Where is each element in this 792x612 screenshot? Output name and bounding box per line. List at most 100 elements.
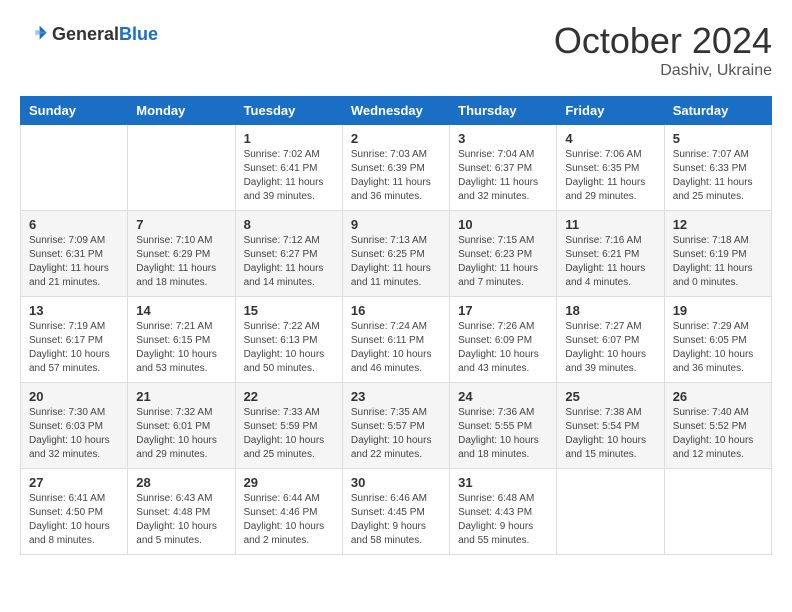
calendar-week-row: 13 Sunrise: 7:19 AM Sunset: 6:17 PM Dayli… — [21, 297, 772, 383]
calendar-cell: 2Sunrise: 7:03 AM Sunset: 6:39 PM Daylig… — [342, 125, 449, 211]
logo-icon — [20, 20, 48, 48]
calendar-cell: 11 Sunrise: 7:16 AM Sunset: 6:21 PM Dayli… — [557, 211, 664, 297]
day-number: 14 — [136, 303, 226, 318]
day-number: 16 — [351, 303, 441, 318]
day-info: Sunrise: 7:12 AM Sunset: 6:27 PM Dayligh… — [244, 234, 334, 290]
title-block: October 2024 Dashiv, Ukraine — [554, 20, 772, 80]
day-info: Sunrise: 6:48 AM Sunset: 4:43 PM Dayligh… — [458, 492, 548, 548]
calendar-cell: 29 Sunrise: 6:44 AM Sunset: 4:46 PM Dayli… — [235, 469, 342, 555]
day-number: 24 — [458, 389, 548, 404]
day-number: 7 — [136, 217, 226, 232]
day-info: Sunrise: 6:44 AM Sunset: 4:46 PM Dayligh… — [244, 492, 334, 548]
day-info: Sunrise: 7:02 AM Sunset: 6:41 PM Dayligh… — [244, 148, 334, 204]
day-number: 23 — [351, 389, 441, 404]
day-info: Sunrise: 7:26 AM Sunset: 6:09 PM Dayligh… — [458, 320, 548, 376]
day-of-week-header: Wednesday — [342, 97, 449, 125]
calendar-cell: 8 Sunrise: 7:12 AM Sunset: 6:27 PM Daylig… — [235, 211, 342, 297]
day-info: Sunrise: 7:18 AM Sunset: 6:19 PM Dayligh… — [673, 234, 763, 290]
calendar-week-row: 1 Sunrise: 7:02 AM Sunset: 6:41 PM Daylig… — [21, 125, 772, 211]
calendar-cell: 23 Sunrise: 7:35 AM Sunset: 5:57 PM Dayli… — [342, 383, 449, 469]
day-number: 13 — [29, 303, 119, 318]
day-number: 6 — [29, 217, 119, 232]
day-of-week-header: Monday — [128, 97, 235, 125]
day-number: 11 — [565, 217, 655, 232]
day-of-week-header: Thursday — [450, 97, 557, 125]
day-number: 17 — [458, 303, 548, 318]
calendar-cell: 18 Sunrise: 7:27 AM Sunset: 6:07 PM Dayli… — [557, 297, 664, 383]
calendar-header-row: SundayMondayTuesdayWednesdayThursdayFrid… — [21, 97, 772, 125]
calendar-cell: 14Sunrise: 7:21 AM Sunset: 6:15 PM Dayli… — [128, 297, 235, 383]
day-of-week-header: Saturday — [664, 97, 771, 125]
calendar-cell: 30 Sunrise: 6:46 AM Sunset: 4:45 PM Dayli… — [342, 469, 449, 555]
day-info: Sunrise: 7:27 AM Sunset: 6:07 PM Dayligh… — [565, 320, 655, 376]
day-number: 19 — [673, 303, 763, 318]
calendar-table: SundayMondayTuesdayWednesdayThursdayFrid… — [20, 96, 772, 555]
calendar-cell: 19 Sunrise: 7:29 AM Sunset: 6:05 PM Dayli… — [664, 297, 771, 383]
day-info: Sunrise: 7:38 AM Sunset: 5:54 PM Dayligh… — [565, 406, 655, 462]
calendar-cell: 10 Sunrise: 7:15 AM Sunset: 6:23 PM Dayli… — [450, 211, 557, 297]
calendar-cell: 22 Sunrise: 7:33 AM Sunset: 5:59 PM Dayli… — [235, 383, 342, 469]
day-number: 12 — [673, 217, 763, 232]
calendar-cell: 5Sunrise: 7:07 AM Sunset: 6:33 PM Daylig… — [664, 125, 771, 211]
day-info: Sunrise: 7:33 AM Sunset: 5:59 PM Dayligh… — [244, 406, 334, 462]
calendar-cell: 15Sunrise: 7:22 AM Sunset: 6:13 PM Dayli… — [235, 297, 342, 383]
day-info: Sunrise: 7:36 AM Sunset: 5:55 PM Dayligh… — [458, 406, 548, 462]
month-title: October 2024 — [554, 20, 772, 62]
calendar-cell: 31 Sunrise: 6:48 AM Sunset: 4:43 PM Dayli… — [450, 469, 557, 555]
calendar-week-row: 20 Sunrise: 7:30 AM Sunset: 6:03 PM Dayli… — [21, 383, 772, 469]
calendar-cell: 17 Sunrise: 7:26 AM Sunset: 6:09 PM Dayli… — [450, 297, 557, 383]
calendar-cell: 20 Sunrise: 7:30 AM Sunset: 6:03 PM Dayli… — [21, 383, 128, 469]
day-info: Sunrise: 7:16 AM Sunset: 6:21 PM Dayligh… — [565, 234, 655, 290]
day-number: 22 — [244, 389, 334, 404]
day-info: Sunrise: 6:46 AM Sunset: 4:45 PM Dayligh… — [351, 492, 441, 548]
day-info: Sunrise: 7:30 AM Sunset: 6:03 PM Dayligh… — [29, 406, 119, 462]
day-info: Sunrise: 7:40 AM Sunset: 5:52 PM Dayligh… — [673, 406, 763, 462]
calendar-cell: 13 Sunrise: 7:19 AM Sunset: 6:17 PM Dayli… — [21, 297, 128, 383]
calendar-cell: 21Sunrise: 7:32 AM Sunset: 6:01 PM Dayli… — [128, 383, 235, 469]
day-number: 28 — [136, 475, 226, 490]
day-info: Sunrise: 7:09 AM Sunset: 6:31 PM Dayligh… — [29, 234, 119, 290]
day-info: Sunrise: 7:15 AM Sunset: 6:23 PM Dayligh… — [458, 234, 548, 290]
day-number: 26 — [673, 389, 763, 404]
day-number: 8 — [244, 217, 334, 232]
location-title: Dashiv, Ukraine — [554, 62, 772, 80]
day-number: 31 — [458, 475, 548, 490]
calendar-cell: 28 Sunrise: 6:43 AM Sunset: 4:48 PM Dayli… — [128, 469, 235, 555]
day-number: 30 — [351, 475, 441, 490]
calendar-cell — [557, 469, 664, 555]
calendar-week-row: 6 Sunrise: 7:09 AM Sunset: 6:31 PM Daylig… — [21, 211, 772, 297]
day-number: 18 — [565, 303, 655, 318]
logo-general-text: GeneralBlue — [52, 24, 158, 45]
day-of-week-header: Sunday — [21, 97, 128, 125]
day-info: Sunrise: 7:19 AM Sunset: 6:17 PM Dayligh… — [29, 320, 119, 376]
calendar-cell: 25 Sunrise: 7:38 AM Sunset: 5:54 PM Dayli… — [557, 383, 664, 469]
day-number: 9 — [351, 217, 441, 232]
day-of-week-header: Tuesday — [235, 97, 342, 125]
day-number: 5 — [673, 131, 763, 146]
day-number: 25 — [565, 389, 655, 404]
day-info: Sunrise: 7:10 AM Sunset: 6:29 PM Dayligh… — [136, 234, 226, 290]
day-number: 21 — [136, 389, 226, 404]
day-number: 3 — [458, 131, 548, 146]
day-info: Sunrise: 6:43 AM Sunset: 4:48 PM Dayligh… — [136, 492, 226, 548]
day-number: 1 — [244, 131, 334, 146]
calendar-cell: 26 Sunrise: 7:40 AM Sunset: 5:52 PM Dayli… — [664, 383, 771, 469]
day-info: Sunrise: 7:35 AM Sunset: 5:57 PM Dayligh… — [351, 406, 441, 462]
day-number: 29 — [244, 475, 334, 490]
day-info: Sunrise: 7:29 AM Sunset: 6:05 PM Dayligh… — [673, 320, 763, 376]
day-number: 20 — [29, 389, 119, 404]
calendar-cell: 7 Sunrise: 7:10 AM Sunset: 6:29 PM Daylig… — [128, 211, 235, 297]
calendar-cell — [21, 125, 128, 211]
day-info: Sunrise: 7:06 AM Sunset: 6:35 PM Dayligh… — [565, 148, 655, 204]
day-info: Sunrise: 7:03 AM Sunset: 6:39 PM Dayligh… — [351, 148, 441, 204]
calendar-cell: 27Sunrise: 6:41 AM Sunset: 4:50 PM Dayli… — [21, 469, 128, 555]
calendar-cell: 3Sunrise: 7:04 AM Sunset: 6:37 PM Daylig… — [450, 125, 557, 211]
page-header: GeneralBlue October 2024 Dashiv, Ukraine — [20, 20, 772, 80]
calendar-cell — [128, 125, 235, 211]
day-number: 27 — [29, 475, 119, 490]
calendar-cell: 6 Sunrise: 7:09 AM Sunset: 6:31 PM Daylig… — [21, 211, 128, 297]
day-number: 15 — [244, 303, 334, 318]
day-number: 4 — [565, 131, 655, 146]
calendar-cell: 12 Sunrise: 7:18 AM Sunset: 6:19 PM Dayli… — [664, 211, 771, 297]
day-number: 10 — [458, 217, 548, 232]
